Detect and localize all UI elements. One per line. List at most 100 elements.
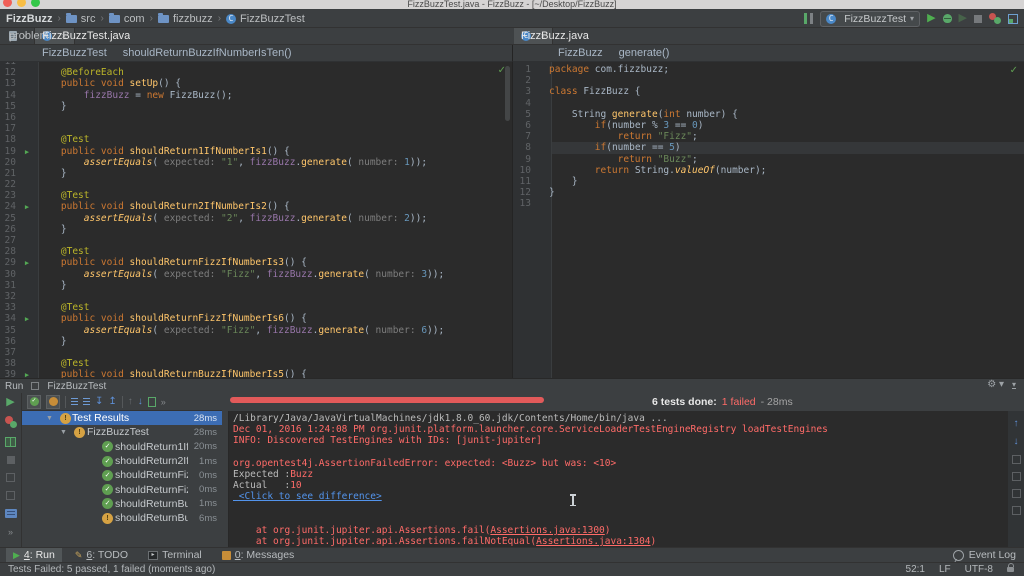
code-line[interactable]: 34▶ public void shouldReturnFizzIfNumber…: [0, 313, 512, 324]
test-tree-row[interactable]: ✓shouldReturnFizzIfNumberIs60ms: [22, 482, 222, 496]
sort-by-duration-icon[interactable]: [83, 398, 90, 400]
code-line[interactable]: 39▶ public void shouldReturnBuzzIfNumber…: [0, 369, 512, 378]
scroll-to-end-icon[interactable]: [1012, 472, 1021, 481]
code-line[interactable]: 20 assertEquals( expected: "1", fizzBuzz…: [0, 157, 512, 168]
toolwindow-button-0-messages[interactable]: 0: Messages: [215, 548, 302, 563]
preview-icon[interactable]: [5, 509, 17, 518]
code-line[interactable]: 25 assertEquals( expected: "2", fizzBuzz…: [0, 213, 512, 224]
breadcrumb-item-src[interactable]: src: [66, 13, 96, 25]
breadcrumb-method[interactable]: generate(): [619, 47, 670, 59]
run-tab-label[interactable]: FizzBuzzTest: [47, 381, 106, 392]
toolwindow-button-6-todo[interactable]: ✎6: TODO: [68, 548, 135, 563]
code-line[interactable]: 14 fizzBuzz = new FizzBuzz();: [0, 90, 512, 101]
breadcrumb-item-com[interactable]: com: [109, 13, 145, 25]
tab-fizzbuzz-java[interactable]: CFizzBuzz.java×: [514, 28, 553, 44]
run-test-gutter-icon[interactable]: ▶: [16, 370, 38, 378]
expand-all-icon[interactable]: ↧: [95, 397, 103, 407]
code-line[interactable]: 13 public void setUp() {: [0, 78, 512, 89]
lock-icon[interactable]: [1007, 567, 1014, 572]
code-line[interactable]: 5 String generate(int number) {: [513, 109, 1024, 120]
test-tree-row[interactable]: !shouldReturnBuzzIfNumberIsTen6ms: [22, 511, 222, 525]
code-line[interactable]: 37: [0, 347, 512, 358]
sort-alphabetically-icon[interactable]: [71, 398, 78, 400]
line-separator[interactable]: LF: [939, 564, 951, 575]
code-line[interactable]: 4: [513, 98, 1024, 109]
code-line[interactable]: 32: [0, 291, 512, 302]
code-line[interactable]: 8 if(number == 5): [513, 142, 1024, 153]
test-tree-row[interactable]: ✓shouldReturn2IfNumberIs21ms: [22, 454, 222, 468]
breadcrumb-class[interactable]: FizzBuzz: [558, 47, 603, 59]
code-line[interactable]: 12 @BeforeEach: [0, 67, 512, 78]
clear-console-icon[interactable]: [1012, 506, 1021, 515]
code-line[interactable]: 15 }: [0, 101, 512, 112]
code-line[interactable]: 6 if(number % 3 == 0): [513, 120, 1024, 131]
code-line[interactable]: 13: [513, 198, 1024, 209]
code-line[interactable]: 24▶ public void shouldReturn2IfNumberIs2…: [0, 201, 512, 212]
event-log-button[interactable]: Event Log: [953, 549, 1016, 561]
code-line[interactable]: 16: [0, 112, 512, 123]
toolwindow-button-terminal[interactable]: ▸Terminal: [141, 548, 209, 563]
expander-icon[interactable]: ▼: [60, 429, 67, 436]
code-line[interactable]: 35 assertEquals( expected: "Fizz", fizzB…: [0, 325, 512, 336]
code-line[interactable]: 1package com.fizzbuzz;: [513, 64, 1024, 75]
gear-icon[interactable]: ⚙ ▾: [987, 379, 1004, 390]
code-line[interactable]: 28 @Test: [0, 246, 512, 257]
code-line[interactable]: 2: [513, 75, 1024, 86]
test-tree-row[interactable]: ▼!FizzBuzzTest28ms: [22, 425, 222, 439]
more-icon[interactable]: »: [8, 527, 13, 537]
debug-button[interactable]: [943, 14, 952, 23]
scroll-down-icon[interactable]: ↓: [1014, 437, 1019, 447]
next-failed-test-icon[interactable]: ↓: [138, 397, 143, 407]
code-line[interactable]: 19▶ public void shouldReturn1IfNumberIs1…: [0, 146, 512, 157]
code-line[interactable]: 23 @Test: [0, 190, 512, 201]
run-console[interactable]: /Library/Java/JavaVirtualMachines/jdk1.8…: [228, 411, 1008, 548]
test-tree-row[interactable]: ✓shouldReturn1IfNumberIs120ms: [22, 440, 222, 454]
code-line[interactable]: 22: [0, 179, 512, 190]
test-tree-row[interactable]: ✓shouldReturnBuzzIfNumberIs51ms: [22, 497, 222, 511]
file-encoding[interactable]: UTF-8: [965, 564, 993, 575]
console-link[interactable]: Assertions.java:1300: [490, 525, 604, 536]
export-test-results-icon[interactable]: [148, 397, 156, 407]
code-line[interactable]: 18 @Test: [0, 134, 512, 145]
run-config-selector[interactable]: C FizzBuzzTest ▾: [820, 11, 920, 27]
code-line[interactable]: 12}: [513, 187, 1024, 198]
show-ignored-toggle[interactable]: [46, 395, 60, 409]
profiler-icon[interactable]: [989, 13, 1001, 24]
code-line[interactable]: 10 return String.valueOf(number);: [513, 165, 1024, 176]
scroll-up-icon[interactable]: ↑: [1014, 419, 1019, 429]
breadcrumb-class[interactable]: FizzBuzzTest: [42, 47, 107, 59]
editor-test-file[interactable]: 1112 @BeforeEach13 public void setUp() {…: [0, 62, 512, 378]
print-icon[interactable]: [1012, 489, 1021, 498]
soft-wrap-icon[interactable]: [1012, 455, 1021, 464]
breadcrumb-item-fizzbuzz[interactable]: FizzBuzz: [6, 13, 52, 25]
code-line[interactable]: 30 assertEquals( expected: "Fizz", fizzB…: [0, 269, 512, 280]
rerun-button[interactable]: ▶: [6, 397, 14, 407]
code-line[interactable]: 36 }: [0, 336, 512, 347]
toolwindow-button-4-run[interactable]: ▶4: Run: [6, 548, 62, 563]
test-tree-row[interactable]: ▼!Test Results28ms: [22, 411, 222, 425]
code-line[interactable]: 9 return "Buzz";: [513, 154, 1024, 165]
console-link[interactable]: Assertions.java:1304: [536, 536, 650, 547]
restore-layout-icon[interactable]: [1008, 14, 1018, 24]
run-with-coverage-button[interactable]: ▶: [959, 13, 967, 24]
editor-scrollbar[interactable]: [505, 66, 510, 121]
stop-button[interactable]: [974, 15, 982, 23]
more-icon[interactable]: »: [161, 397, 166, 407]
show-passed-toggle[interactable]: ✓: [27, 395, 41, 409]
code-line[interactable]: 3class FizzBuzz {: [513, 86, 1024, 97]
code-line[interactable]: 29▶ public void shouldReturnFizzIfNumber…: [0, 257, 512, 268]
hide-panel-icon[interactable]: ▾: [1012, 381, 1016, 389]
restore-layout-button[interactable]: [6, 473, 15, 482]
breadcrumb-item-fizzbuzz[interactable]: fizzbuzz: [158, 13, 213, 25]
inspection-ok-icon[interactable]: ✓: [1010, 65, 1018, 76]
code-line[interactable]: 17: [0, 123, 512, 134]
code-line[interactable]: 26 }: [0, 224, 512, 235]
code-line[interactable]: 31 }: [0, 280, 512, 291]
code-line[interactable]: 11 }: [513, 176, 1024, 187]
rerun-failed-tests-button[interactable]: [5, 416, 17, 428]
pin-tab-button[interactable]: [6, 491, 15, 500]
caret-position[interactable]: 52:1: [906, 564, 925, 575]
console-link[interactable]: <Click to see difference>: [233, 491, 382, 502]
column-selection-icon[interactable]: [804, 13, 813, 24]
code-line[interactable]: 27: [0, 235, 512, 246]
